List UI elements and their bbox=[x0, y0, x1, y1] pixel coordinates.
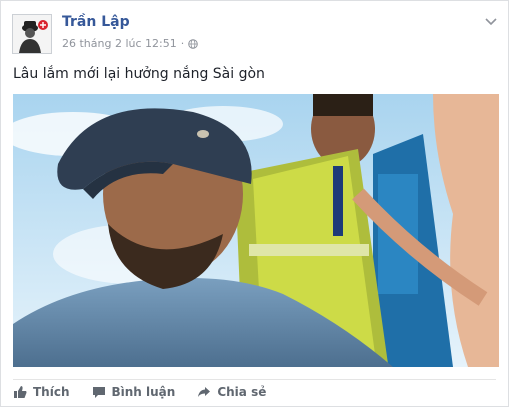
meta-separator: · bbox=[180, 37, 185, 50]
post-actions: Thích Bình luận Chia sẻ bbox=[13, 385, 266, 399]
comment-button[interactable]: Bình luận bbox=[92, 385, 176, 399]
post-card: Trần Lập 26 tháng 2 lúc 12:51 · Lâu lắm … bbox=[0, 0, 509, 407]
like-label: Thích bbox=[33, 385, 70, 399]
share-arrow-icon bbox=[198, 387, 211, 397]
globe-icon[interactable] bbox=[188, 38, 199, 49]
thumbs-up-icon bbox=[14, 386, 27, 398]
comment-icon bbox=[92, 387, 105, 398]
like-button[interactable]: Thích bbox=[13, 385, 70, 399]
post-meta: 26 tháng 2 lúc 12:51 · bbox=[62, 37, 199, 50]
share-label: Chia sẻ bbox=[217, 385, 267, 399]
avatar[interactable] bbox=[12, 14, 52, 54]
selfie-photo bbox=[13, 94, 499, 367]
chevron-down-icon[interactable] bbox=[484, 15, 498, 29]
post-text: Lâu lắm mới lại hưởng nắng Sài gòn bbox=[13, 66, 265, 82]
comment-label: Bình luận bbox=[111, 385, 176, 399]
share-button[interactable]: Chia sẻ bbox=[197, 385, 266, 399]
avatar-image bbox=[13, 15, 51, 53]
post-timestamp[interactable]: 26 tháng 2 lúc 12:51 bbox=[62, 37, 177, 50]
actions-divider bbox=[13, 379, 496, 380]
author-name[interactable]: Trần Lập bbox=[62, 14, 130, 30]
post-photo[interactable] bbox=[13, 94, 499, 367]
